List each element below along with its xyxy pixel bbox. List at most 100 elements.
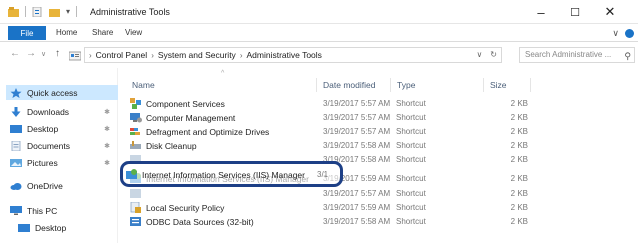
file-name: Disk Cleanup: [146, 140, 197, 151]
refresh-icon[interactable]: ↻: [490, 50, 497, 59]
pictures-icon: [10, 158, 22, 167]
file-row-computer-management[interactable]: Computer Management 3/19/2017 5:57 AM Sh…: [126, 112, 530, 125]
customize-toolbar-chevron-icon[interactable]: ▾: [66, 7, 70, 16]
file-date: 3/19/2017 5:58 AM: [323, 141, 391, 150]
sidebar-item-label: OneDrive: [27, 180, 63, 191]
file-name: Component Services: [146, 98, 225, 109]
title-bar: ▾ Administrative Tools – ☐ ✕: [0, 0, 638, 24]
disk-cleanup-icon: [130, 141, 141, 149]
sidebar-item-desktop-pc[interactable]: Desktop: [6, 220, 116, 235]
breadcrumb-control-panel[interactable]: Control Panel: [96, 50, 148, 60]
file-size: 2 KB: [510, 217, 528, 226]
file-date-truncated: 3/1: [317, 170, 329, 179]
file-date: 3/19/2017 5:59 AM: [323, 203, 391, 212]
sidebar-item-quick-access[interactable]: Quick access: [6, 85, 118, 100]
help-icon[interactable]: [625, 29, 634, 38]
forward-button[interactable]: →: [26, 48, 36, 59]
file-type: Shortcut: [396, 155, 426, 164]
pin-icon[interactable]: ✱: [104, 142, 110, 150]
sidebar-item-desktop[interactable]: Desktop ✱: [6, 121, 116, 136]
file-type: Shortcut: [396, 189, 426, 198]
sidebar-item-label: Documents: [27, 140, 70, 151]
shortcut-icon: [130, 189, 141, 198]
file-date: 3/19/2017 5:57 AM: [323, 113, 391, 122]
sidebar-item-label: Desktop: [27, 123, 59, 134]
file-type: Shortcut: [396, 141, 426, 150]
recent-locations-chevron-icon[interactable]: ∨: [41, 50, 46, 58]
properties-icon[interactable]: [32, 6, 43, 17]
file-type: Shortcut: [396, 217, 426, 226]
address-dropdown-chevron-icon[interactable]: ∨: [476, 50, 482, 59]
computer-management-icon: [130, 113, 142, 123]
file-list-pane: ^ Name Date modified Type Size Component…: [118, 68, 638, 243]
sidebar-item-downloads[interactable]: Downloads ✱: [6, 104, 116, 119]
file-date: 3/19/2017 5:57 AM: [323, 189, 391, 198]
breadcrumb-administrative-tools[interactable]: Administrative Tools: [246, 50, 321, 60]
pin-icon[interactable]: ✱: [104, 125, 110, 133]
window-title: Administrative Tools: [90, 7, 170, 17]
file-size: 2 KB: [510, 174, 528, 183]
star-icon: [10, 87, 22, 98]
search-input[interactable]: Search Administrative ... ⚲: [519, 47, 635, 63]
file-type: Shortcut: [396, 174, 426, 183]
sidebar-item-pictures[interactable]: Pictures ✱: [6, 155, 116, 170]
file-row-disk-cleanup[interactable]: Disk Cleanup 3/19/2017 5:58 AM Shortcut …: [126, 140, 530, 153]
pin-icon[interactable]: ✱: [104, 108, 110, 116]
breadcrumb-system-and-security[interactable]: System and Security: [158, 50, 236, 60]
file-size: 2 KB: [510, 127, 528, 136]
tab-file[interactable]: File: [8, 26, 46, 40]
computer-icon: [10, 205, 22, 215]
iis-manager-callout-label[interactable]: Internet Information Services (IIS) Mana…: [126, 168, 341, 181]
column-header-date-modified[interactable]: Date modified: [323, 80, 375, 90]
odbc-icon: [130, 217, 141, 226]
pin-icon[interactable]: ✱: [104, 159, 110, 167]
folder-app-icon[interactable]: [8, 6, 19, 17]
up-button[interactable]: ↑: [55, 48, 60, 59]
documents-icon: [11, 140, 21, 151]
file-size: 2 KB: [510, 99, 528, 108]
column-divider[interactable]: [530, 78, 531, 92]
sidebar-item-documents[interactable]: Documents ✱: [6, 138, 116, 153]
column-header-type[interactable]: Type: [397, 80, 415, 90]
cloud-icon: [10, 182, 22, 190]
file-date: 3/19/2017 5:57 AM: [323, 127, 391, 136]
toolbar-divider: [76, 6, 78, 17]
minimize-button[interactable]: –: [528, 3, 554, 21]
sidebar-item-label: Desktop: [35, 222, 67, 233]
file-size: 2 KB: [510, 155, 528, 164]
tab-share[interactable]: Share: [92, 28, 113, 37]
file-type: Shortcut: [396, 127, 426, 136]
component-services-icon: [130, 98, 141, 109]
file-row-defragment[interactable]: Defragment and Optimize Drives 3/19/2017…: [126, 126, 530, 139]
address-bar[interactable]: › Control Panel › System and Security › …: [84, 47, 502, 63]
file-row-odbc-32[interactable]: ODBC Data Sources (32-bit) 3/19/2017 5:5…: [126, 216, 530, 229]
address-row: ← → ∨ ↑ › Control Panel › System and Sec…: [0, 42, 638, 68]
column-divider[interactable]: [390, 78, 391, 92]
sidebar-item-label: This PC: [27, 205, 58, 216]
column-header-size[interactable]: Size: [490, 80, 507, 90]
new-folder-icon[interactable]: [49, 7, 60, 17]
column-header-name[interactable]: Name: [132, 80, 155, 90]
column-divider[interactable]: [483, 78, 484, 92]
expand-ribbon-chevron-icon[interactable]: ∨: [612, 28, 619, 39]
search-icon[interactable]: ⚲: [624, 49, 631, 63]
close-button[interactable]: ✕: [597, 3, 623, 21]
file-row-component-services[interactable]: Component Services 3/19/2017 5:57 AM Sho…: [126, 98, 530, 111]
back-button[interactable]: ←: [10, 48, 20, 59]
tab-view[interactable]: View: [125, 28, 142, 37]
file-name: Computer Management: [146, 112, 236, 123]
navigation-pane: Quick access Downloads ✱ Desktop ✱ Docum…: [0, 68, 118, 243]
desktop-folder-icon: [10, 124, 22, 133]
sidebar-item-onedrive[interactable]: OneDrive: [6, 178, 116, 193]
file-date: 3/19/2017 5:58 AM: [323, 217, 391, 226]
file-row-partially-hidden[interactable]: 3/19/2017 5:57 AM Shortcut 2 KB: [126, 188, 530, 201]
tab-home[interactable]: Home: [56, 28, 77, 37]
maximize-button[interactable]: ☐: [562, 3, 588, 21]
defrag-icon: [130, 128, 140, 135]
quick-access-toolbar: ▾: [8, 6, 78, 17]
sidebar-item-label: Pictures: [27, 157, 58, 168]
desktop-folder-icon: [18, 223, 30, 232]
sidebar-item-this-pc[interactable]: This PC: [6, 203, 116, 218]
file-row-local-security-policy[interactable]: Local Security Policy 3/19/2017 5:59 AM …: [126, 202, 530, 215]
column-divider[interactable]: [316, 78, 317, 92]
